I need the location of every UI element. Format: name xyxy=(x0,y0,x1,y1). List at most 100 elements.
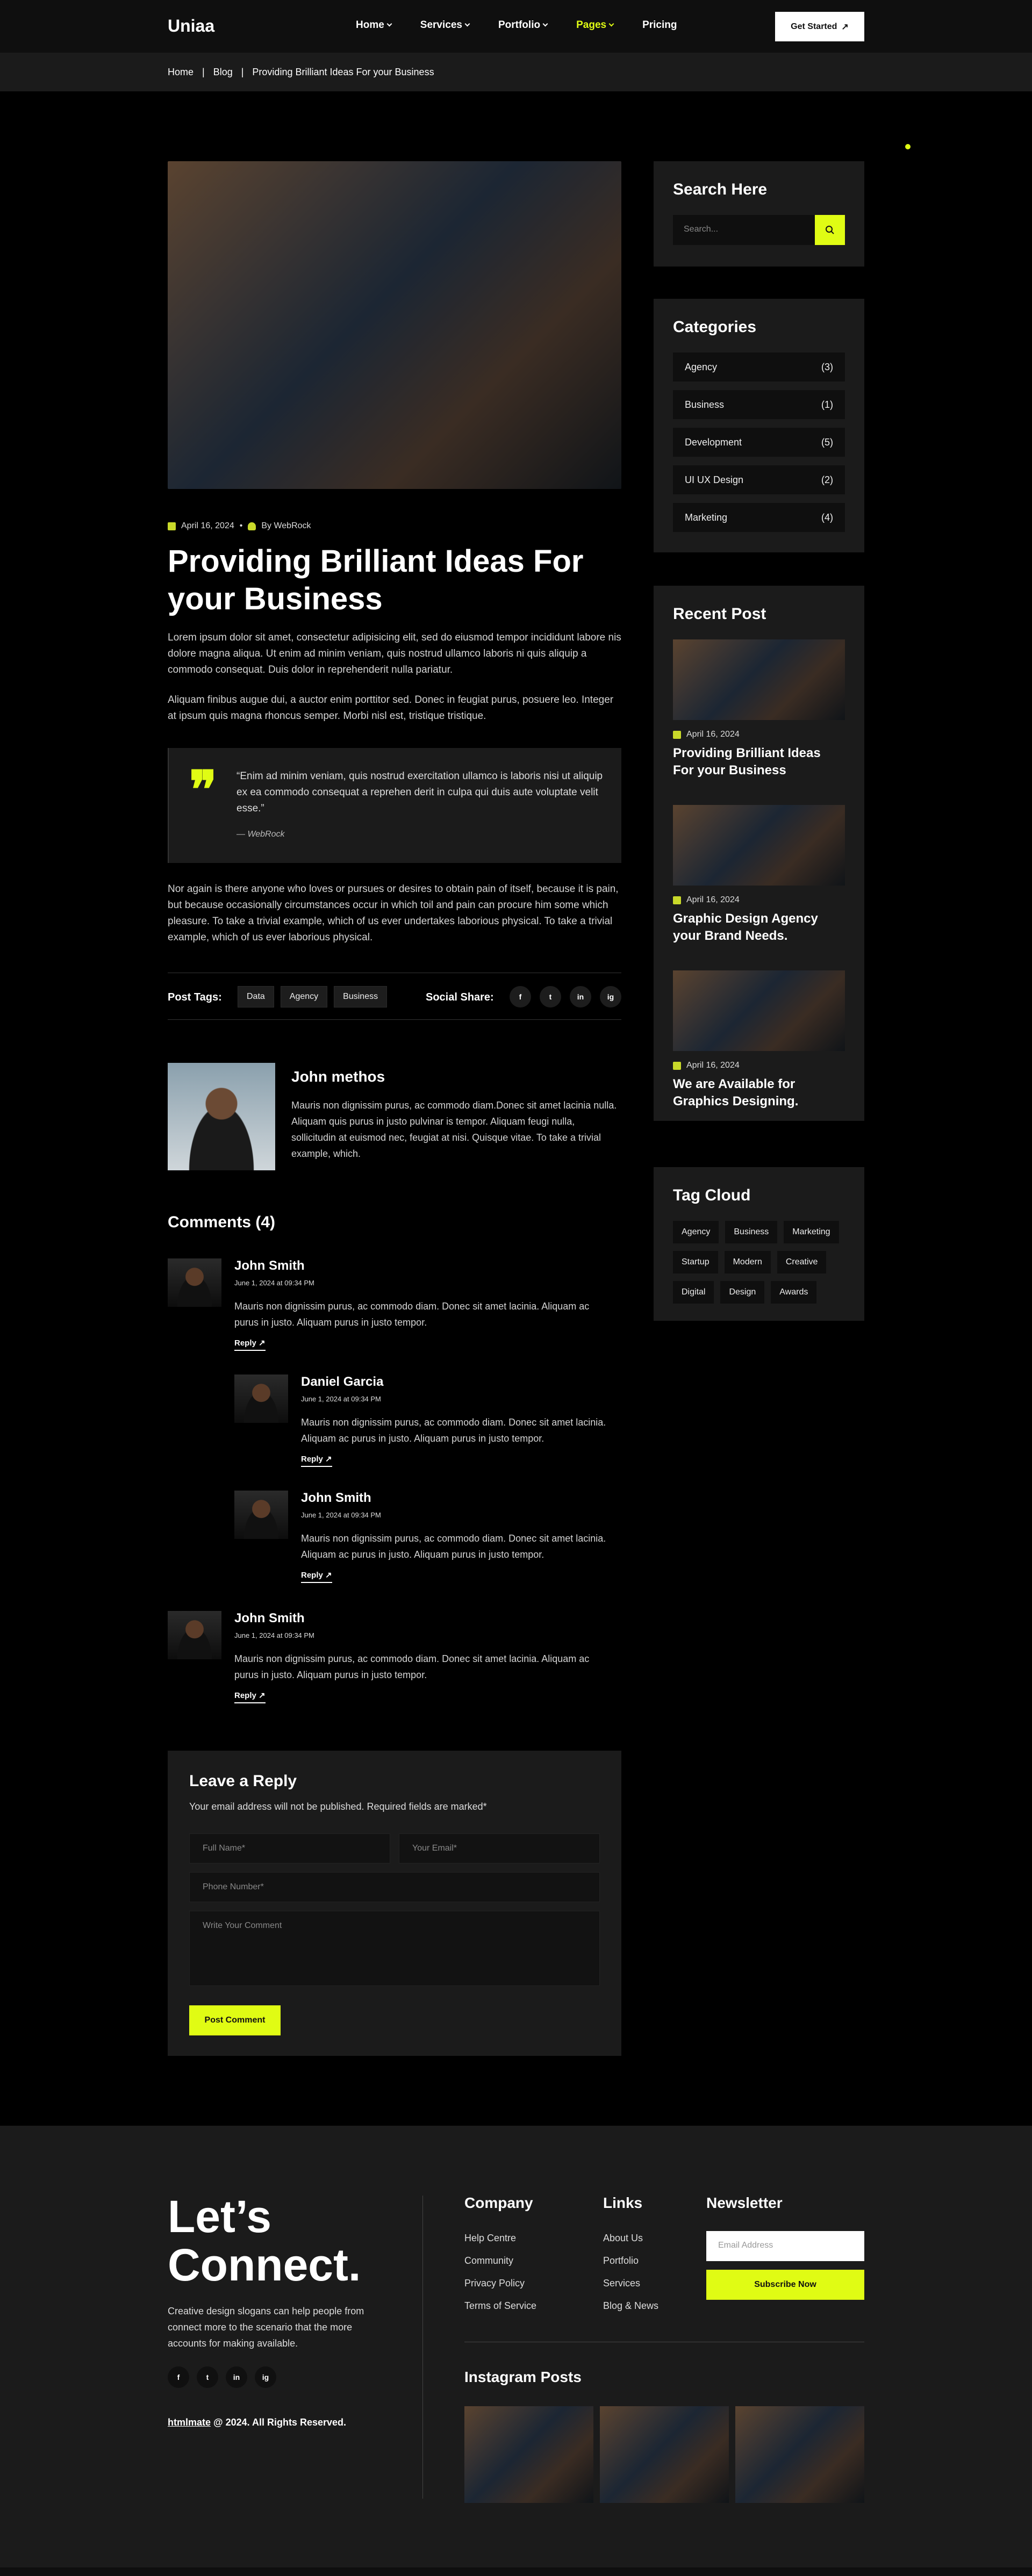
instagram-icon[interactable]: ig xyxy=(255,2366,276,2388)
category-item[interactable]: Agency (3) xyxy=(673,352,845,382)
recent-post-title[interactable]: Providing Brilliant Ideas For your Busin… xyxy=(673,745,845,779)
copyright-link[interactable]: htmlmate xyxy=(168,2417,211,2428)
footer-description: Creative design slogans can help people … xyxy=(168,2306,364,2349)
commenter-avatar xyxy=(168,1258,221,1307)
reply-button[interactable]: Reply ↗ xyxy=(301,1454,332,1467)
twitter-icon[interactable]: t xyxy=(197,2366,218,2388)
search-button[interactable] xyxy=(815,215,845,245)
post-author: By WebRock xyxy=(261,521,311,530)
facebook-icon[interactable]: f xyxy=(510,986,531,1008)
twitter-icon[interactable]: t xyxy=(540,986,561,1008)
newsletter-email-input[interactable]: Email Address xyxy=(706,2231,864,2261)
instagram-image[interactable] xyxy=(600,2406,729,2503)
arrow-up-right-icon: ↗ xyxy=(325,1571,332,1580)
footer-link[interactable]: Blog & News xyxy=(603,2294,658,2317)
nav-pricing[interactable]: Pricing xyxy=(642,19,677,31)
logo[interactable]: Uniaa xyxy=(168,16,214,36)
instagram-icon[interactable]: ig xyxy=(600,986,621,1008)
reply-subtitle: Your email address will not be published… xyxy=(189,1801,487,1812)
post-meta: April 16, 2024 • By WebRock xyxy=(168,521,311,531)
reply-button[interactable]: Reply ↗ xyxy=(301,1570,332,1583)
tag[interactable]: Design xyxy=(720,1281,765,1304)
recent-post[interactable]: April 16, 2024 We are Available for Grap… xyxy=(673,970,845,1110)
instagram-image[interactable] xyxy=(735,2406,864,2503)
footer-link[interactable]: Terms of Service xyxy=(464,2294,536,2317)
arrow-up-right-icon: ↗ xyxy=(259,1339,266,1348)
footer-link[interactable]: Help Centre xyxy=(464,2227,536,2249)
subscribe-button[interactable]: Subscribe Now xyxy=(706,2270,864,2300)
footer-link[interactable]: Community xyxy=(464,2249,536,2272)
tag[interactable]: Modern xyxy=(724,1251,771,1273)
tag[interactable]: Awards xyxy=(771,1281,817,1304)
company-links: Help Centre Community Privacy Policy Ter… xyxy=(464,2227,536,2317)
comment: John Smith June 1, 2024 at 09:34 PM Maur… xyxy=(168,1611,621,1708)
get-started-button[interactable]: Get Started ↗ xyxy=(775,12,864,41)
footer-link[interactable]: About Us xyxy=(603,2227,658,2249)
category-item[interactable]: Business (1) xyxy=(673,390,845,419)
commenter-avatar xyxy=(234,1491,288,1539)
social-share-label: Social Share: xyxy=(426,991,494,1003)
tag[interactable]: Creative xyxy=(777,1251,827,1273)
search-input[interactable]: Search... xyxy=(673,215,815,245)
nav-portfolio[interactable]: Portfolio xyxy=(498,19,548,31)
linkedin-icon[interactable]: in xyxy=(226,2366,247,2388)
commenter-avatar xyxy=(168,1611,221,1659)
tag-cloud: Agency Business Marketing Startup Modern… xyxy=(673,1221,850,1304)
calendar-icon xyxy=(168,522,176,530)
post-tag[interactable]: Data xyxy=(238,986,274,1008)
footer-headline: Let’s Connect. xyxy=(168,2191,361,2290)
recent-post-title[interactable]: Graphic Design Agency your Brand Needs. xyxy=(673,910,845,945)
site-footer: Let’s Connect. Creative design slogans ca… xyxy=(0,2126,1032,2576)
breadcrumb-blog[interactable]: Blog xyxy=(213,67,233,78)
full-name-field[interactable]: Full Name* xyxy=(189,1833,390,1863)
category-item[interactable]: UI UX Design (2) xyxy=(673,465,845,494)
arrow-up-right-icon: ↗ xyxy=(259,1691,266,1700)
site-header: Uniaa Home Services Portfolio Pages Pric… xyxy=(0,0,1032,53)
instagram-title: Instagram Posts xyxy=(464,2369,582,2385)
post-tag[interactable]: Business xyxy=(334,986,388,1008)
tag[interactable]: Business xyxy=(725,1221,778,1243)
nav-pages[interactable]: Pages xyxy=(576,19,614,31)
post-tags-label: Post Tags: xyxy=(168,991,222,1003)
recent-post[interactable]: April 16, 2024 Providing Brilliant Ideas… xyxy=(673,639,845,779)
comment-textarea[interactable]: Write Your Comment xyxy=(189,1911,600,1986)
category-item[interactable]: Development (5) xyxy=(673,428,845,457)
reply-title: Leave a Reply xyxy=(189,1772,297,1790)
tag-cloud-title: Tag Cloud xyxy=(673,1186,751,1204)
category-item[interactable]: Marketing (4) xyxy=(673,503,845,532)
recent-post-meta: April 16, 2024 xyxy=(673,730,845,739)
footer-link[interactable]: Privacy Policy xyxy=(464,2272,536,2294)
linkedin-icon[interactable]: in xyxy=(570,986,591,1008)
reply-form: Leave a Reply Your email address will no… xyxy=(168,1751,621,2056)
social-share: f t in ig xyxy=(510,986,621,1008)
tag[interactable]: Digital xyxy=(673,1281,714,1304)
post-tag[interactable]: Agency xyxy=(280,986,328,1008)
recent-post[interactable]: April 16, 2024 Graphic Design Agency you… xyxy=(673,805,845,945)
reply-button[interactable]: Reply ↗ xyxy=(234,1690,266,1703)
nav-services[interactable]: Services xyxy=(420,19,470,31)
accent-dot xyxy=(905,144,911,149)
post-tags: Data Agency Business xyxy=(238,986,388,1008)
breadcrumb-home[interactable]: Home xyxy=(168,67,194,78)
search-icon xyxy=(826,226,834,234)
tag[interactable]: Agency xyxy=(673,1221,719,1243)
reply-button[interactable]: Reply ↗ xyxy=(234,1338,266,1351)
comment-date: June 1, 2024 at 09:34 PM xyxy=(234,1279,314,1287)
tag[interactable]: Startup xyxy=(673,1251,718,1273)
meta-separator: • xyxy=(239,521,243,530)
recent-post-title[interactable]: We are Available for Graphics Designing. xyxy=(673,1076,845,1110)
comment-date: June 1, 2024 at 09:34 PM xyxy=(301,1395,381,1403)
nav-home[interactable]: Home xyxy=(356,19,392,31)
email-field[interactable]: Your Email* xyxy=(399,1833,600,1863)
bottom-bar xyxy=(0,2567,1032,2576)
footer-link[interactable]: Services xyxy=(603,2272,658,2294)
recent-title: Recent Post xyxy=(673,605,766,623)
recent-post-image xyxy=(673,805,845,886)
instagram-image[interactable] xyxy=(464,2406,593,2503)
footer-link[interactable]: Portfolio xyxy=(603,2249,658,2272)
phone-field[interactable]: Phone Number* xyxy=(189,1872,600,1902)
tag[interactable]: Marketing xyxy=(784,1221,839,1243)
facebook-icon[interactable]: f xyxy=(168,2366,189,2388)
post-comment-button[interactable]: Post Comment xyxy=(189,2005,281,2035)
blockquote: ❞ “Enim ad minim veniam, quis nostrud ex… xyxy=(168,748,621,863)
